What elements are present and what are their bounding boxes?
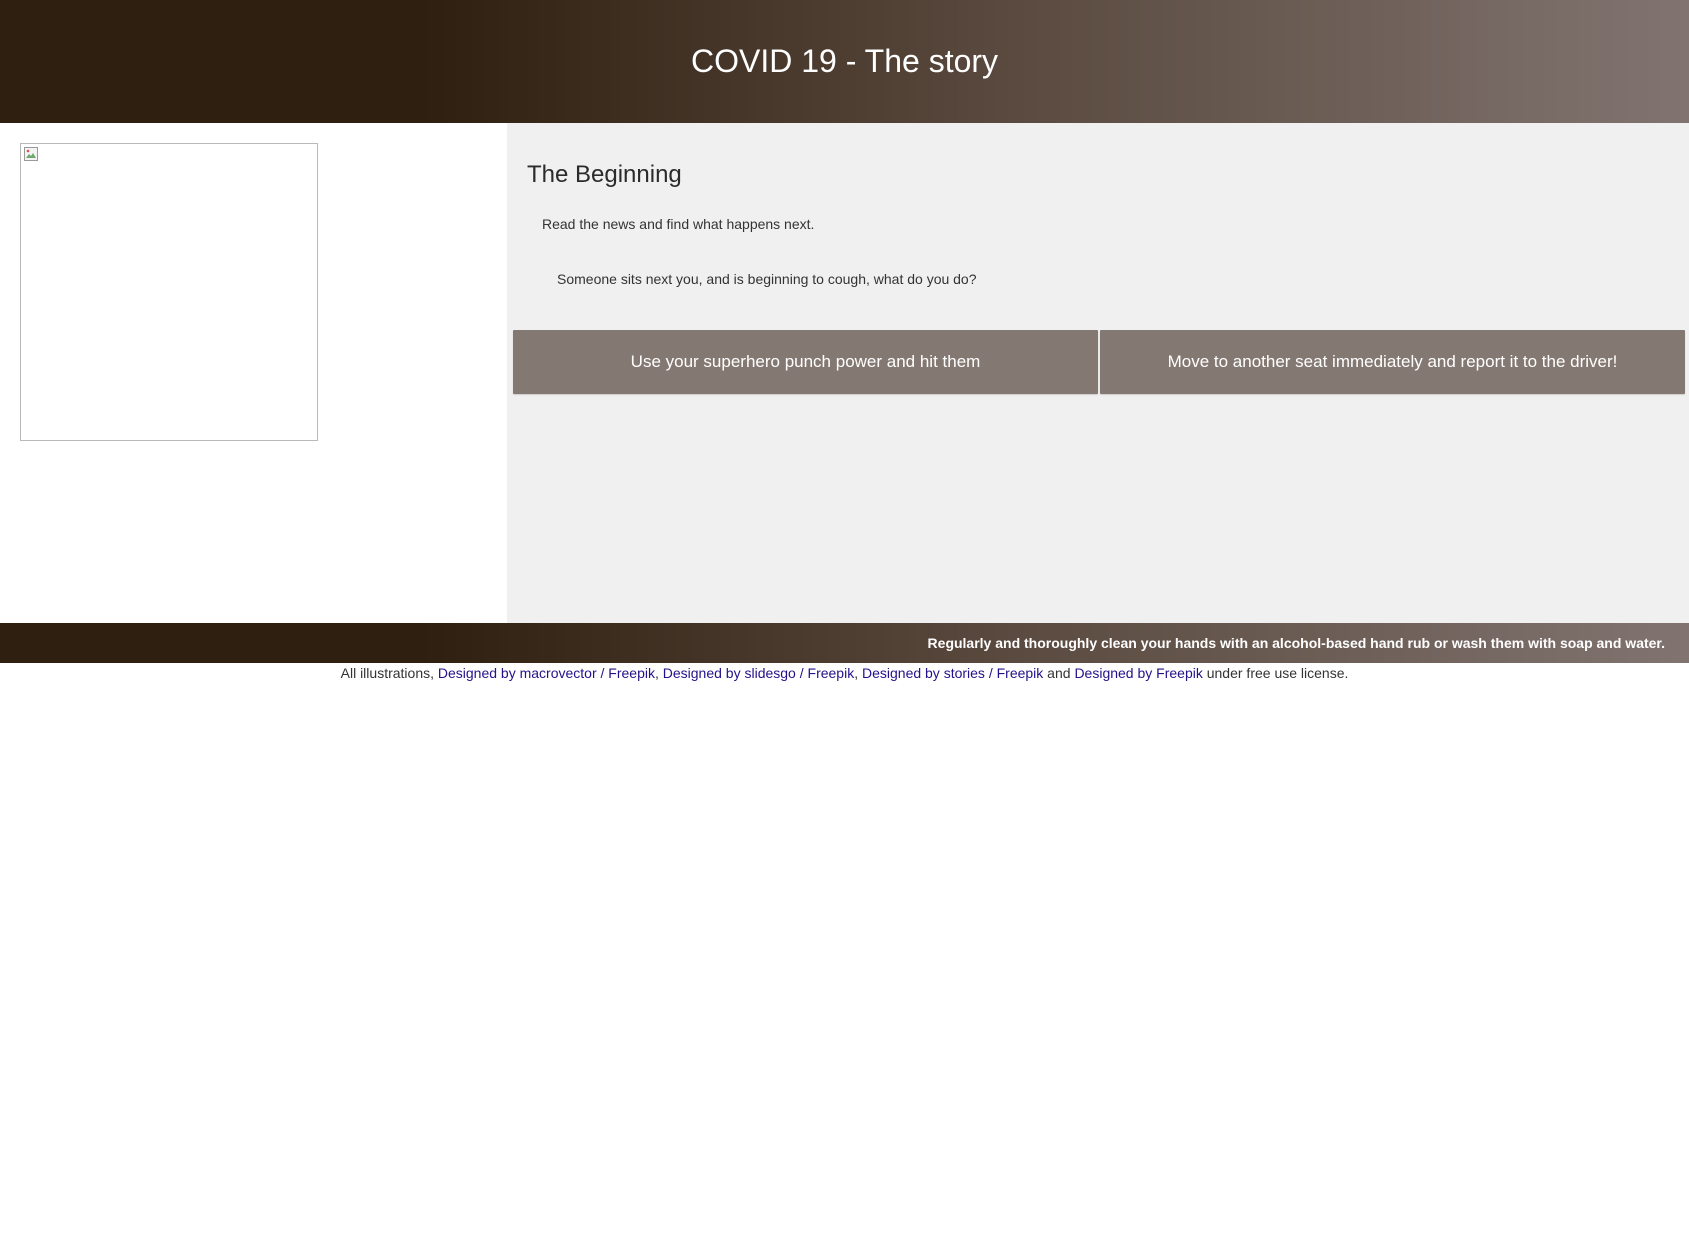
story-illustration — [20, 143, 318, 441]
choice-move-seat-button[interactable]: Move to another seat immediately and rep… — [1100, 330, 1685, 394]
credits-line: All illustrations, Designed by macrovect… — [0, 665, 1689, 681]
credits-suffix: under free use license. — [1202, 665, 1349, 681]
intro-text: Read the news and find what happens next… — [542, 216, 815, 232]
section-title: The Beginning — [527, 161, 682, 188]
hygiene-tip: Regularly and thoroughly clean your hand… — [927, 635, 1665, 651]
credit-link-macrovector[interactable]: Designed by macrovector / Freepik — [438, 665, 655, 681]
page-title: COVID 19 - The story — [690, 43, 999, 79]
illustration-panel — [0, 123, 507, 623]
credit-link-freepik[interactable]: Designed by Freepik — [1074, 665, 1202, 681]
credits-separator: and — [1043, 665, 1075, 681]
question-text: Someone sits next you, and is beginning … — [557, 271, 977, 287]
credit-link-stories[interactable]: Designed by stories / Freepik — [862, 665, 1043, 681]
choice-punch-button[interactable]: Use your superhero punch power and hit t… — [513, 330, 1098, 394]
credits-prefix: All illustrations, — [340, 665, 438, 681]
footer-bar: Regularly and thoroughly clean your hand… — [0, 623, 1689, 663]
broken-image-icon — [24, 147, 38, 161]
credits-separator: , — [854, 665, 862, 681]
choice-group: Use your superhero punch power and hit t… — [513, 330, 1685, 394]
story-panel: The Beginning Read the news and find wha… — [507, 123, 1689, 623]
page-header: COVID 19 - The story — [0, 0, 1689, 123]
credits-separator: , — [654, 665, 663, 681]
credit-link-slidesgo[interactable]: Designed by slidesgo / Freepik — [663, 665, 854, 681]
